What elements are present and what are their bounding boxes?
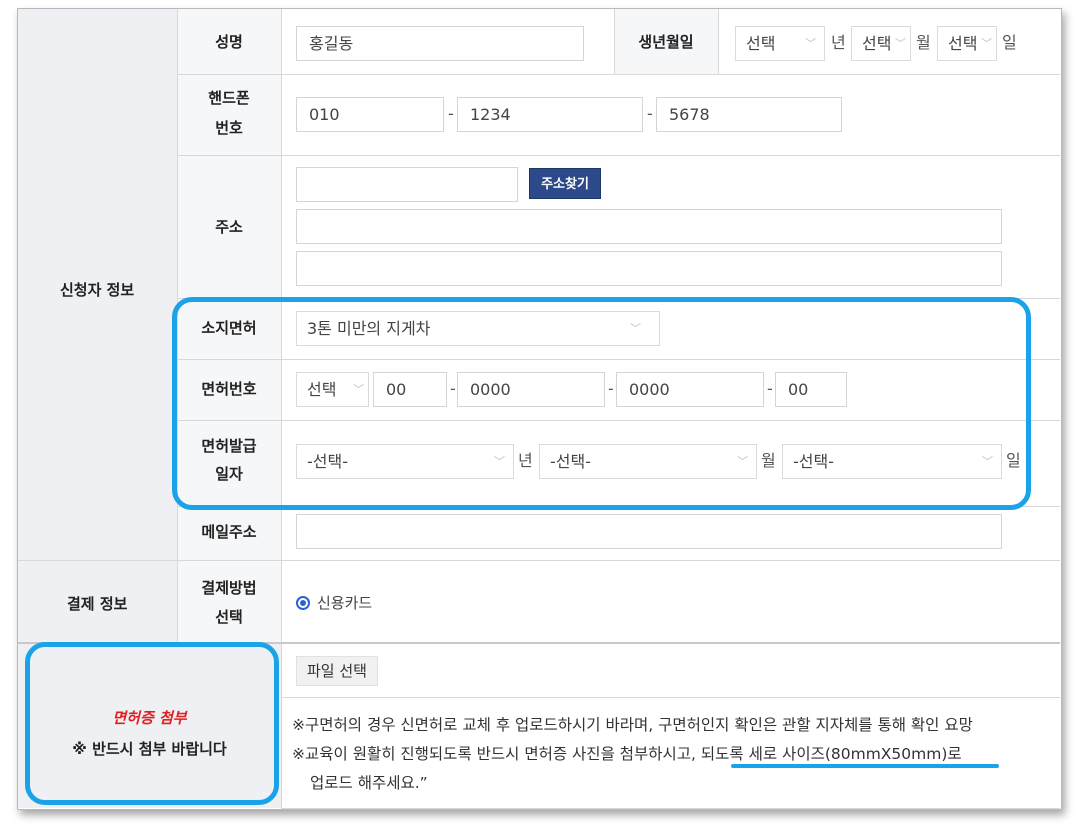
attachment-note-2: ※교육이 원활히 진행되도록 반드시 면허증 사진을 첨부하시고, 되도록 세로… xyxy=(292,742,962,764)
attachment-highlight-callout xyxy=(25,642,279,805)
payment-method-label-line2: 선택 xyxy=(215,608,243,626)
name-label: 성명 xyxy=(215,33,243,51)
phone-label-line1: 핸드폰 xyxy=(208,89,250,107)
attachment-note-1: ※구면허의 경우 신면허로 교체 후 업로드하시기 바라며, 구면허인지 확인은… xyxy=(292,716,973,734)
birth-month-select[interactable]: 선택 ﹀ xyxy=(851,26,911,61)
birth-label: 생년월일 xyxy=(638,33,694,51)
credit-card-radio[interactable] xyxy=(296,596,310,610)
address-line2-input[interactable] xyxy=(296,251,1002,286)
phone-part3-input[interactable]: 5678 xyxy=(656,97,842,132)
phone-label-line2: 번호 xyxy=(215,119,243,137)
attachment-note-3: 업로드 해주세요.” xyxy=(310,774,428,792)
phone-part1-input[interactable]: 010 xyxy=(296,97,444,132)
license-highlight-callout xyxy=(172,297,1031,510)
address-line1-input[interactable] xyxy=(296,209,1002,244)
chevron-down-icon: ﹀ xyxy=(981,36,992,50)
attachment-note-2-highlight: 되도록 세로 사이즈(80mmX50mm)로 xyxy=(700,745,962,763)
zipcode-input[interactable] xyxy=(296,167,518,202)
address-label: 주소 xyxy=(215,218,243,236)
birth-day-unit: 일 xyxy=(1002,33,1017,52)
phone-part2-input[interactable]: 1234 xyxy=(457,97,643,132)
birth-month-unit: 월 xyxy=(916,33,931,52)
credit-card-label[interactable]: 신용카드 xyxy=(317,592,372,613)
attachment-note-2-prefix: ※교육이 원활히 진행되도록 반드시 면허증 사진을 첨부하시고, xyxy=(292,745,701,763)
payment-section-label: 결제 정보 xyxy=(67,595,128,613)
payment-method-label-line1: 결제방법 xyxy=(201,579,257,597)
birth-year-select[interactable]: 선택 ﹀ xyxy=(735,26,825,61)
phone-separator: - xyxy=(448,104,454,123)
birth-day-select[interactable]: 선택 ﹀ xyxy=(937,26,997,61)
address-search-button[interactable]: 주소찾기 xyxy=(529,168,601,199)
file-select-button[interactable]: 파일 선택 xyxy=(296,656,378,686)
email-label: 메일주소 xyxy=(201,523,257,541)
chevron-down-icon: ﹀ xyxy=(805,36,816,50)
birth-year-unit: 년 xyxy=(831,33,846,52)
email-input[interactable] xyxy=(296,514,1002,549)
chevron-down-icon: ﹀ xyxy=(895,36,906,50)
applicant-section-label: 신청자 정보 xyxy=(60,281,135,299)
phone-separator: - xyxy=(647,104,653,123)
name-input[interactable]: 홍길동 xyxy=(296,26,584,61)
size-underline xyxy=(731,764,999,768)
